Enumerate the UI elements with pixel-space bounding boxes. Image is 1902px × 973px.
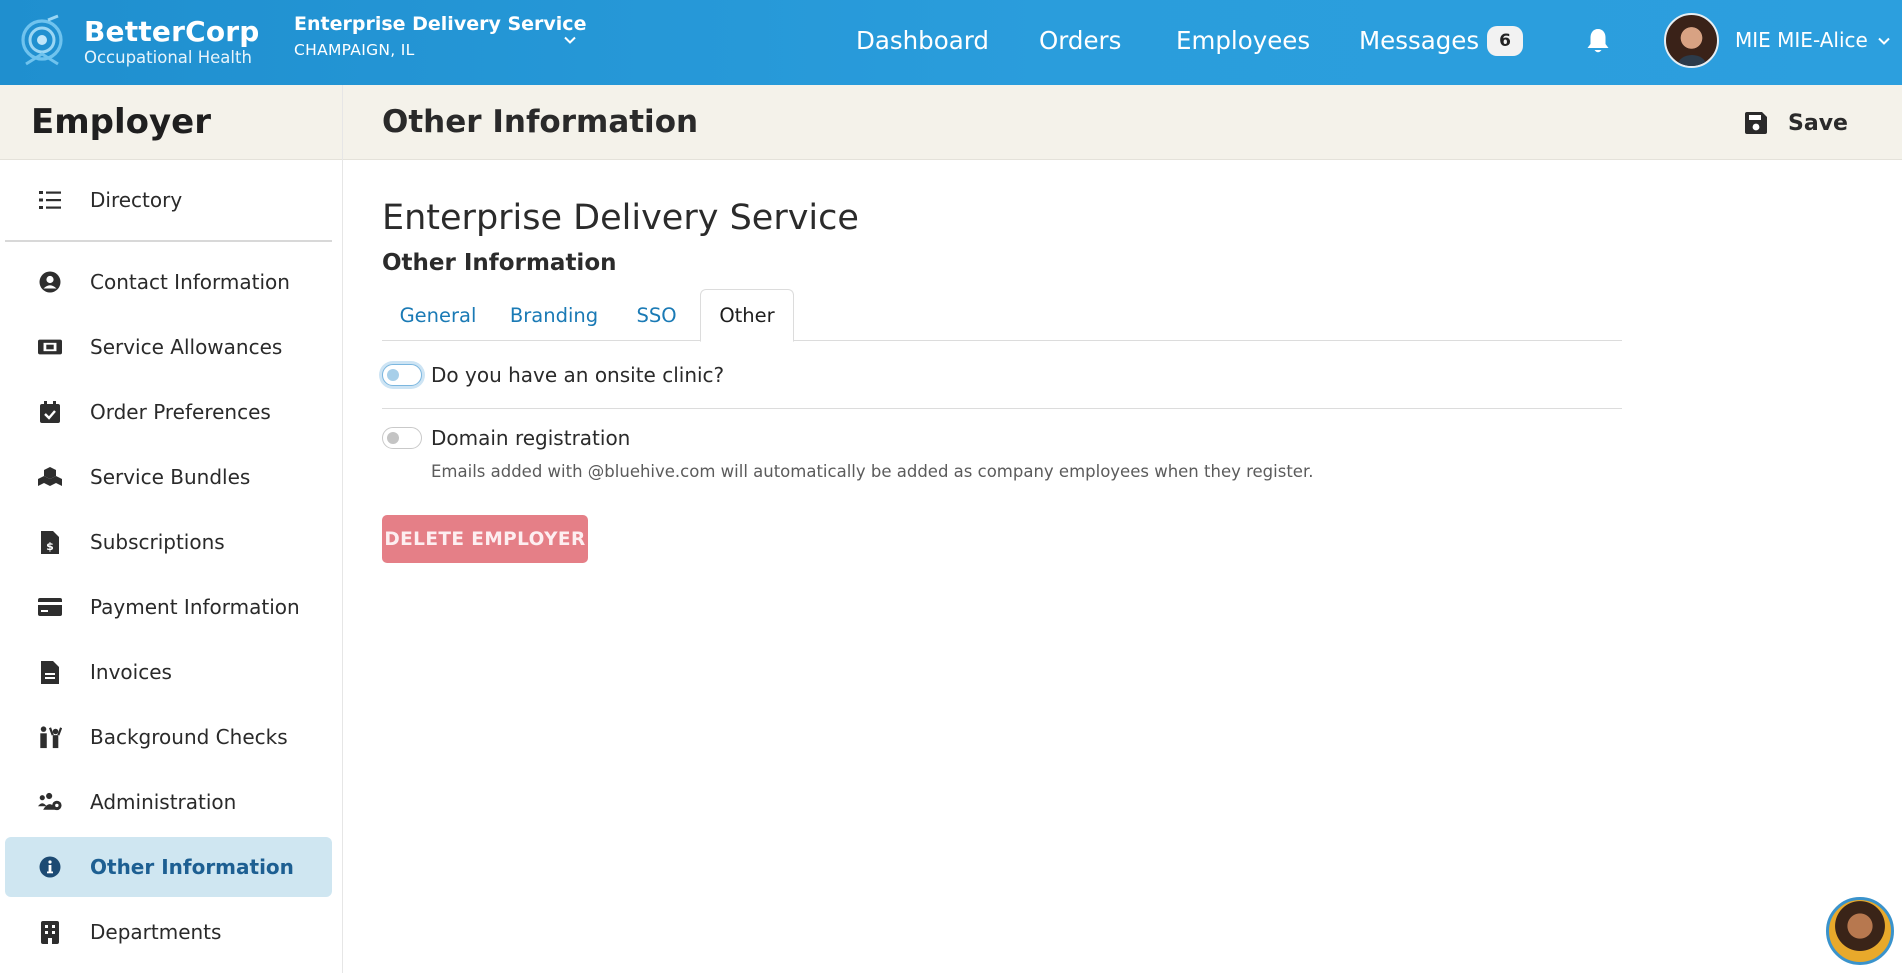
tab-bar: General Branding SSO Other <box>382 289 1622 342</box>
sidebar-item-label: Administration <box>90 790 237 814</box>
company-selector[interactable]: Enterprise Delivery Service CHAMPAIGN, I… <box>294 15 586 59</box>
domain-registration-toggle[interactable] <box>382 427 422 449</box>
sidebar-divider <box>5 240 332 242</box>
user-avatar[interactable] <box>1664 13 1719 68</box>
sidebar-item-label: Other Information <box>90 855 294 879</box>
people-icon <box>38 726 62 749</box>
tab-other[interactable]: Other <box>700 289 794 342</box>
sidebar-item-service-allowances[interactable]: Service Allowances <box>5 317 332 377</box>
chevron-down-icon[interactable] <box>562 32 578 48</box>
sidebar-item-order-preferences[interactable]: Order Preferences <box>5 382 332 442</box>
bell-icon[interactable] <box>1585 27 1611 55</box>
sidebar-item-label: Background Checks <box>90 725 288 749</box>
ticket-icon <box>38 336 62 358</box>
floppy-disk-icon <box>1745 112 1767 134</box>
company-selector-name: Enterprise Delivery Service <box>294 13 587 35</box>
sidebar-item-departments[interactable]: Departments <box>5 902 332 962</box>
sidebar-item-label: Payment Information <box>90 595 300 619</box>
top-navbar: BetterCorp Occupational Health Enterpris… <box>0 0 1902 85</box>
page-title: Other Information <box>382 104 699 140</box>
user-name[interactable]: MIE MIE-Alice <box>1735 28 1868 52</box>
file-icon <box>38 660 62 684</box>
user-circle-icon <box>38 271 62 293</box>
company-heading: Enterprise Delivery Service <box>382 198 859 238</box>
sidebar-item-background-checks[interactable]: Background Checks <box>5 707 332 767</box>
brand-logo-icon <box>21 14 63 66</box>
chevron-down-icon[interactable] <box>1876 33 1892 49</box>
nav-dashboard[interactable]: Dashboard <box>856 26 989 55</box>
main-header: Other Information Save <box>343 85 1902 160</box>
sidebar-item-label: Service Allowances <box>90 335 283 359</box>
brand-name: BetterCorp <box>84 14 260 48</box>
sidebar-item-label: Service Bundles <box>90 465 251 489</box>
sidebar-item-label: Order Preferences <box>90 400 271 424</box>
save-button-label: Save <box>1788 110 1848 136</box>
company-selector-location: CHAMPAIGN, IL <box>294 41 415 59</box>
svg-text:$: $ <box>46 540 54 553</box>
cubes-icon <box>38 466 62 488</box>
sidebar-header: Employer <box>0 85 342 160</box>
brand-subtitle: Occupational Health <box>84 47 252 67</box>
list-icon <box>38 189 62 211</box>
domain-registration-label: Domain registration <box>431 426 631 450</box>
onsite-clinic-toggle[interactable] <box>382 364 422 386</box>
chat-assistant-avatar[interactable] <box>1826 897 1894 965</box>
sidebar-item-label: Invoices <box>90 660 172 684</box>
delete-employer-button[interactable]: DELETE EMPLOYER <box>382 515 588 563</box>
sidebar-item-label: Subscriptions <box>90 530 225 554</box>
option-divider <box>382 408 1622 409</box>
building-icon <box>38 920 62 944</box>
credit-card-icon <box>38 596 62 618</box>
sidebar-item-label: Directory <box>90 188 183 212</box>
sidebar-item-label: Contact Information <box>90 270 290 294</box>
domain-registration-help: Emails added with @bluehive.com will aut… <box>431 462 1314 481</box>
nav-employees[interactable]: Employees <box>1176 26 1310 55</box>
sidebar-title: Employer <box>31 102 211 142</box>
sidebar-item-other-information[interactable]: Other Information <box>5 837 332 897</box>
sidebar: Employer Directory Contact Information S… <box>0 85 343 973</box>
tab-branding[interactable]: Branding <box>494 289 614 341</box>
sidebar-item-contact-information[interactable]: Contact Information <box>5 252 332 312</box>
tab-general[interactable]: General <box>382 289 494 341</box>
save-button[interactable]: Save <box>1745 107 1848 139</box>
section-heading: Other Information <box>382 250 617 276</box>
tab-sso[interactable]: SSO <box>614 289 699 341</box>
brand[interactable]: BetterCorp Occupational Health <box>18 12 260 72</box>
sidebar-item-label: Departments <box>90 920 222 944</box>
file-invoice-dollar-icon: $ <box>38 530 62 554</box>
info-circle-icon <box>38 856 62 878</box>
onsite-clinic-label: Do you have an onsite clinic? <box>431 363 725 387</box>
sidebar-item-payment-information[interactable]: Payment Information <box>5 577 332 637</box>
nav-messages[interactable]: Messages <box>1359 26 1479 55</box>
calendar-check-icon <box>38 401 62 423</box>
sidebar-item-administration[interactable]: Administration <box>5 772 332 832</box>
messages-count-badge: 6 <box>1487 26 1523 56</box>
sidebar-item-invoices[interactable]: Invoices <box>5 642 332 702</box>
sidebar-item-directory[interactable]: Directory <box>5 170 332 230</box>
users-gear-icon <box>38 791 62 813</box>
sidebar-item-subscriptions[interactable]: $ Subscriptions <box>5 512 332 572</box>
nav-orders[interactable]: Orders <box>1039 26 1121 55</box>
sidebar-item-service-bundles[interactable]: Service Bundles <box>5 447 332 507</box>
